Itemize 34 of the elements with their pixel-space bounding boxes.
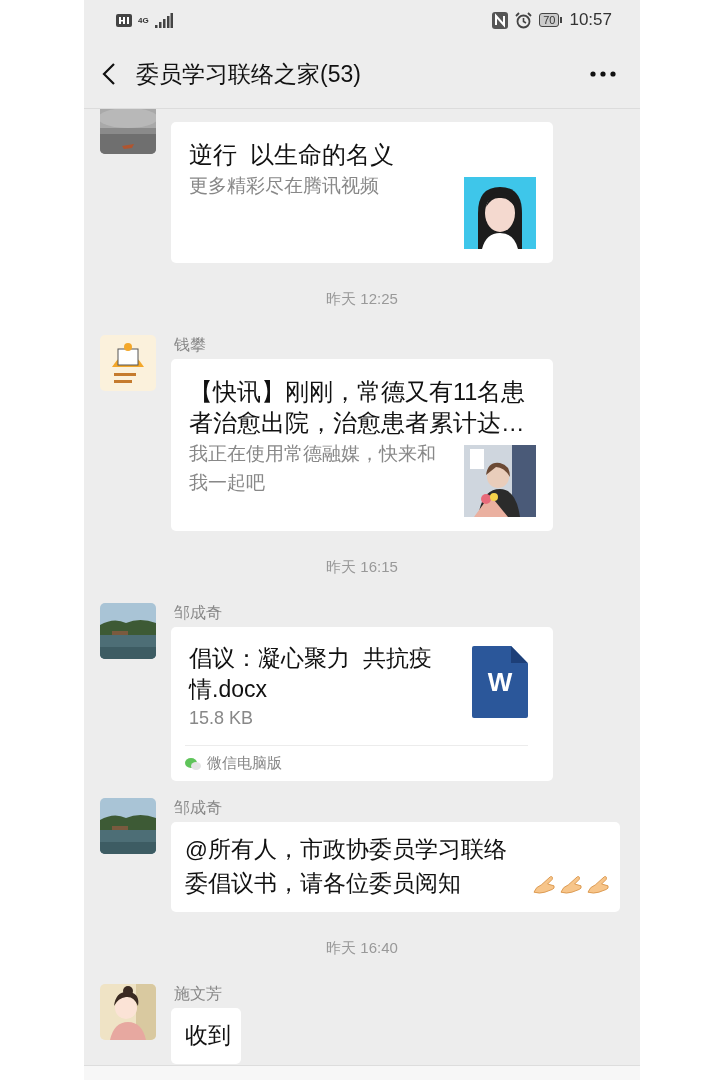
sender-name: 邹成奇	[173, 798, 222, 818]
file-size: 15.8 KB	[189, 707, 255, 730]
sender-name: 施文芳	[173, 984, 222, 1004]
link-description: 更多精彩尽在腾讯视频	[189, 174, 380, 198]
link-title: 【快讯】刚刚，常德又有11名患者治愈出院，治愈患者累计达…	[189, 378, 527, 438]
message-text: @所有人，市政协委员学习联络委倡议书，请各位委员阅知	[185, 836, 508, 898]
link-title: 逆行 以生命的名义	[189, 141, 396, 170]
chat-title: 委员学习联络之家(53)	[136, 59, 361, 89]
timestamp: 昨天 16:15	[326, 557, 398, 577]
link-description: 我正在使用常德融媒，快来和我一起吧	[189, 442, 437, 495]
timestamp: 昨天 16:40	[326, 938, 398, 958]
document-icon: W	[472, 646, 528, 718]
alarm-icon	[515, 11, 533, 29]
nfc-icon	[492, 11, 509, 29]
link-card[interactable]: 逆行 以生命的名义 更多精彩尽在腾讯视频	[171, 122, 553, 263]
signal-icon	[154, 12, 173, 28]
timestamp: 昨天 12:25	[326, 289, 398, 309]
file-card[interactable]: 倡议：凝心聚力 共抗疫情.docx 15.8 KB W 微信电脑版	[171, 627, 553, 781]
clock-time: 10:57	[569, 10, 612, 30]
hand-icon	[532, 874, 556, 894]
hd-icon	[116, 13, 132, 27]
battery-indicator: 70	[539, 13, 560, 27]
sender-name: 邹成奇	[173, 603, 222, 623]
link-card[interactable]: 【快讯】刚刚，常德又有11名患者治愈出院，治愈患者累计达… 我正在使用常德融媒，快来和我一起吧	[171, 359, 553, 531]
hand-icon	[559, 874, 583, 894]
sender-name: 钱攀	[173, 335, 206, 355]
source-label: 微信电脑版	[207, 754, 282, 773]
more-icon[interactable]	[590, 71, 616, 77]
message-text: 收到	[185, 1022, 231, 1050]
network-type: 4G	[138, 15, 149, 25]
chat-bubbles-icon	[185, 756, 201, 771]
back-icon[interactable]	[102, 62, 116, 86]
file-name: 倡议：凝心聚力 共抗疫情.docx	[189, 644, 433, 704]
hand-icon	[586, 874, 610, 894]
